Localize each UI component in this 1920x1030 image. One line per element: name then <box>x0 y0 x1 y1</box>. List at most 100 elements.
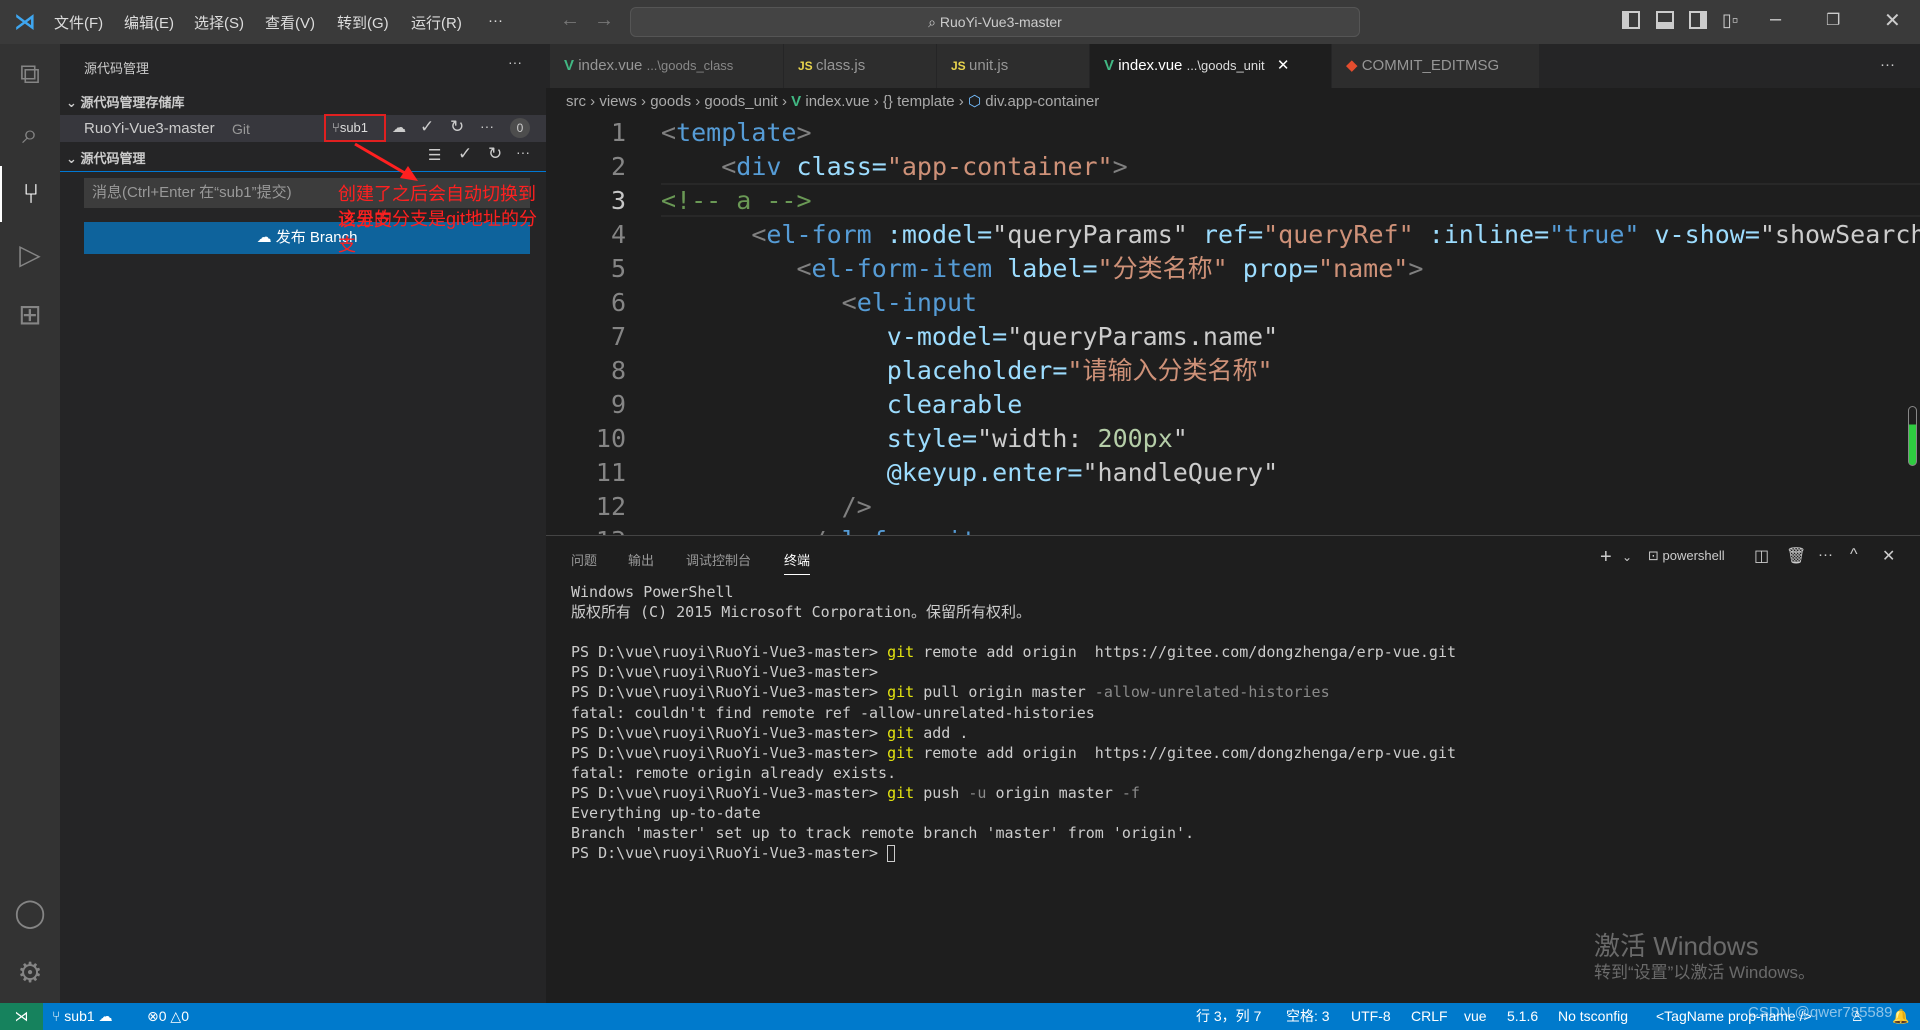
breadcrumb-item[interactable]: {} template <box>883 93 955 110</box>
terminal-segment: remote add origin https://gitee.com/dong… <box>914 643 1457 662</box>
new-terminal-icon[interactable]: + <box>1600 546 1612 569</box>
repo-more-icon[interactable]: ··· <box>480 118 494 134</box>
language-mode[interactable]: vue <box>1464 1003 1487 1030</box>
menu-go[interactable]: 转到(G) <box>337 12 389 33</box>
terminal-segment: fatal: remote origin already exists. <box>571 763 897 782</box>
scm-more-icon[interactable]: ··· <box>516 144 530 160</box>
tsconfig-status[interactable]: No tsconfig <box>1558 1003 1628 1030</box>
account-icon[interactable]: ◯ <box>0 884 60 940</box>
warning-count: 0 <box>181 1008 189 1024</box>
settings-gear-icon[interactable]: ⚙ <box>0 944 60 1000</box>
explorer-icon[interactable]: ⧉ <box>0 46 60 102</box>
cursor-position[interactable]: 行 3，列 7 <box>1196 1003 1261 1030</box>
command-center[interactable]: ⌕ RuoYi-Vue3-master <box>630 7 1360 37</box>
branch-status[interactable]: ⑂ sub1 ☁ <box>52 1003 113 1030</box>
minimize-button[interactable]: – <box>1770 8 1781 31</box>
terminal-icon: ⊡ <box>1648 548 1663 563</box>
source-control-icon[interactable]: ⑂ <box>0 166 60 222</box>
cloud-upload-icon: ☁ <box>256 229 276 246</box>
current-line-highlight <box>661 183 1920 217</box>
shell-name: powershell <box>1662 548 1725 563</box>
tab-problems[interactable]: 问题 <box>571 550 597 569</box>
git-file-icon: ◆ <box>1346 57 1362 74</box>
breadcrumb-item[interactable]: index.vue <box>805 93 869 110</box>
terminal-segment: git <box>887 743 915 762</box>
menu-more[interactable]: ··· <box>488 12 503 29</box>
toggle-panel-icon[interactable] <box>1656 11 1674 29</box>
close-tab-icon[interactable]: ✕ <box>1277 57 1290 74</box>
encoding[interactable]: UTF-8 <box>1351 1003 1391 1030</box>
code-editor[interactable]: 1 2 3 4 5 6 7 8 9 10 11 12 13 <template>… <box>546 116 1920 535</box>
restore-button[interactable]: ❐ <box>1826 10 1840 30</box>
breadcrumb-item[interactable]: goods <box>650 93 691 110</box>
repos-section-label: 源代码管理存储库 <box>80 95 185 110</box>
scm-section-label: 源代码管理 <box>80 151 146 166</box>
menu-view[interactable]: 查看(V) <box>265 12 315 33</box>
breadcrumb-item[interactable]: views <box>599 93 637 110</box>
sidebar-more-button[interactable]: ··· <box>508 54 522 70</box>
line-number: 12 <box>595 492 626 521</box>
line-number: 5 <box>610 254 626 283</box>
code-line: </el-form-item> <box>661 524 1022 535</box>
forward-arrow-icon[interactable]: → <box>594 9 614 32</box>
run-debug-icon[interactable]: ▷ <box>0 226 60 282</box>
terminal-segment: -allow-unrelated-histories <box>1094 683 1330 702</box>
breadcrumb-item[interactable]: div.app-container <box>985 93 1099 110</box>
terminal-segment: PS D:\vue\ruoyi\RuoYi-Vue3-master> <box>571 723 888 742</box>
menu-file[interactable]: 文件(F) <box>54 12 103 33</box>
tabs-more-icon[interactable]: ··· <box>1880 56 1895 73</box>
code-line: /> <box>841 492 872 521</box>
menu-run[interactable]: 运行(R) <box>411 12 462 33</box>
remote-button[interactable]: ⋊ <box>0 1003 43 1030</box>
toggle-sidebar-icon[interactable] <box>1622 11 1640 29</box>
close-panel-icon[interactable]: ✕ <box>1882 546 1895 566</box>
tab-index-vue-goods-unit[interactable]: V index.vue ...\goods_unit ✕ <box>1090 44 1332 88</box>
menu-edit[interactable]: 编辑(E) <box>124 12 174 33</box>
terminal-segment: PS D:\vue\ruoyi\RuoYi-Vue3-master> <box>571 643 888 662</box>
terminal-segment: origin master <box>986 783 1122 802</box>
tab-index-vue-goods-class[interactable]: V index.vue ...\goods_class <box>550 44 784 88</box>
chevron-down-icon[interactable]: ⌄ <box>1622 550 1632 564</box>
line-number: 3 <box>610 186 626 215</box>
scm-section-header[interactable]: ⌄ 源代码管理 <box>66 148 146 167</box>
tab-unit-js[interactable]: JS unit.js <box>937 44 1090 88</box>
breadcrumb-item[interactable]: goods_unit <box>704 93 777 110</box>
repos-section-header[interactable]: ⌄ 源代码管理存储库 <box>66 92 185 111</box>
code-line: clearable <box>886 390 1023 419</box>
search-icon[interactable]: ⌕ <box>0 106 60 162</box>
maximize-panel-icon[interactable]: ^ <box>1850 546 1858 564</box>
line-number: 4 <box>610 220 626 249</box>
tab-class-js[interactable]: JS class.js <box>784 44 937 88</box>
problems-status[interactable]: ⊗0 △0 <box>147 1003 189 1030</box>
tab-debug-console[interactable]: 调试控制台 <box>686 550 751 569</box>
breadcrumb-item[interactable]: src <box>566 93 586 110</box>
customize-layout-icon[interactable]: ▯▫ <box>1722 10 1738 31</box>
terminal-segment: push <box>914 783 969 802</box>
line-number: 2 <box>610 152 626 181</box>
editor-scrollbar[interactable] <box>1908 406 1917 466</box>
menu-selection[interactable]: 选择(S) <box>194 12 244 33</box>
tab-output[interactable]: 输出 <box>628 550 654 569</box>
tab-label: class.js <box>816 57 866 74</box>
split-terminal-icon[interactable]: ◫ <box>1754 546 1769 566</box>
tab-commit-editmsg[interactable]: ◆ COMMIT_EDITMSG <box>1332 44 1540 88</box>
version[interactable]: 5.1.6 <box>1507 1003 1538 1030</box>
toggle-secondary-sidebar-icon[interactable] <box>1689 11 1707 29</box>
back-arrow-icon[interactable]: ← <box>560 9 580 32</box>
trash-icon[interactable]: 🗑 <box>1786 546 1806 566</box>
indentation[interactable]: 空格: 3 <box>1286 1003 1330 1030</box>
terminal-output[interactable]: Windows PowerShell 版权所有 (C) 2015 Microsof… <box>571 582 1456 863</box>
terminal-selector[interactable]: ⊡ powershell <box>1648 548 1725 564</box>
vue-file-icon: V <box>791 93 802 110</box>
branch-icon: ⑂ <box>332 120 340 135</box>
terminal-line: 版权所有 (C) 2015 Microsoft Corporation。保留所有… <box>571 602 1456 622</box>
editor-tabs: V index.vue ...\goods_class JS class.js … <box>546 44 1920 88</box>
close-window-button[interactable]: ✕ <box>1884 8 1901 33</box>
notifications-bell-icon[interactable]: 🔔 <box>1892 1003 1909 1030</box>
tab-terminal[interactable]: 终端 <box>784 550 811 575</box>
extensions-icon[interactable]: ⊞ <box>0 286 60 342</box>
line-ending[interactable]: CRLF <box>1411 1003 1448 1030</box>
source-control-sidebar: 源代码管理 ··· ⌄ 源代码管理存储库 RuoYi-Vue3-master G… <box>60 44 546 1003</box>
panel-more-icon[interactable]: ··· <box>1818 546 1833 563</box>
refresh-icon[interactable]: ↻ <box>488 144 502 164</box>
